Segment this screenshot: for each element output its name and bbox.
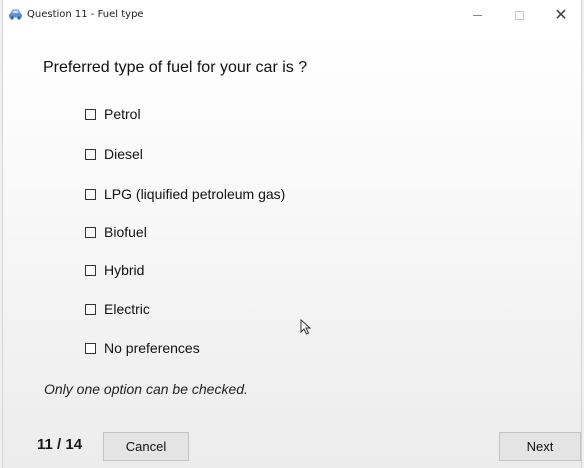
- option-label: Diesel: [104, 146, 143, 162]
- question-text: Preferred type of fuel for your car is ?: [43, 59, 308, 76]
- option-label: Electric: [104, 301, 150, 317]
- option-hybrid[interactable]: Hybrid: [85, 260, 385, 280]
- close-button[interactable]: ✕: [541, 0, 581, 30]
- option-no-preferences[interactable]: No preferences: [85, 338, 385, 358]
- question-dialog: Question 11 - Fuel type ✕ Preferred type…: [2, 0, 582, 468]
- minimize-icon: [472, 14, 482, 16]
- dialog-content: Preferred type of fuel for your car is ?…: [3, 32, 581, 468]
- question-counter: 11 / 14: [37, 436, 83, 453]
- mouse-pointer-icon: [300, 319, 312, 335]
- option-label: Biofuel: [104, 224, 147, 240]
- checkbox[interactable]: [85, 188, 96, 200]
- checkbox[interactable]: [85, 342, 96, 354]
- option-electric[interactable]: Electric: [85, 299, 385, 319]
- checkbox[interactable]: [85, 148, 96, 160]
- option-label: Hybrid: [104, 262, 145, 278]
- title-bar[interactable]: Question 11 - Fuel type ✕: [3, 0, 581, 32]
- cancel-button[interactable]: Cancel: [103, 432, 189, 461]
- checkbox[interactable]: [85, 226, 96, 238]
- next-button[interactable]: Next: [499, 432, 581, 461]
- option-lpg[interactable]: LPG (liquified petroleum gas): [85, 184, 385, 204]
- checkbox[interactable]: [85, 264, 96, 276]
- maximize-button[interactable]: [499, 0, 539, 30]
- option-label: Petrol: [104, 106, 141, 122]
- car-icon: [9, 9, 22, 20]
- close-icon: ✕: [554, 5, 568, 24]
- maximize-icon: [514, 10, 524, 20]
- option-label: No preferences: [104, 340, 200, 356]
- checkbox[interactable]: [85, 303, 96, 315]
- option-biofuel[interactable]: Biofuel: [85, 222, 385, 242]
- option-petrol[interactable]: Petrol: [85, 104, 385, 124]
- option-label: LPG (liquified petroleum gas): [104, 186, 286, 202]
- minimize-button[interactable]: [457, 0, 497, 30]
- window-title: Question 11 - Fuel type: [27, 9, 144, 20]
- option-diesel[interactable]: Diesel: [85, 144, 385, 164]
- hint-text: Only one option can be checked.: [44, 381, 248, 397]
- checkbox[interactable]: [85, 108, 96, 120]
